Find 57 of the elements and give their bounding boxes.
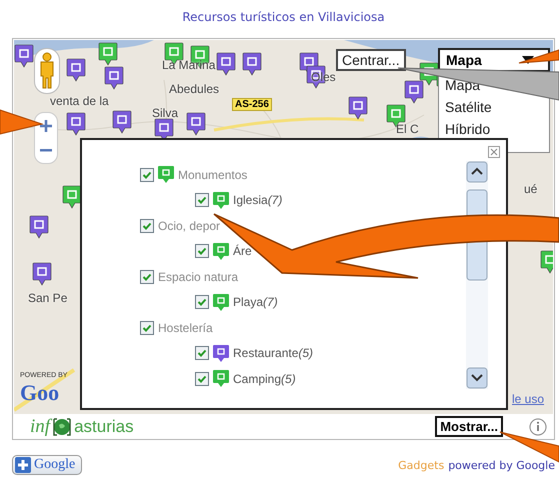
category-label: Ocio, depor — [158, 218, 220, 233]
info-icon[interactable] — [529, 418, 547, 436]
powered-by-link[interactable]: powered by Google — [448, 458, 555, 472]
layer-label: Playa(7) — [233, 295, 278, 310]
place-label: Silva — [152, 106, 178, 120]
checked-checkbox[interactable] — [195, 193, 209, 208]
place-label: ué — [524, 182, 538, 196]
zoom-in-icon[interactable] — [37, 117, 55, 135]
dropdown-option[interactable]: Satélite — [445, 96, 543, 118]
dropdown-option[interactable]: Híbrido — [445, 118, 543, 140]
map-marker-icon[interactable] — [112, 110, 132, 134]
map-marker-icon[interactable] — [216, 52, 236, 76]
road-sign: AS-256 — [232, 98, 272, 111]
checked-checkbox[interactable] — [195, 372, 209, 386]
map-marker-icon[interactable] — [404, 80, 424, 104]
pointer-arrow — [518, 49, 559, 64]
place-label: venta de la — [50, 94, 109, 108]
map-marker-icon[interactable] — [186, 112, 206, 136]
checked-checkbox[interactable] — [195, 346, 209, 360]
logo-text: inf — [30, 416, 50, 438]
checked-checkbox[interactable] — [140, 168, 154, 182]
checked-checkbox[interactable] — [195, 295, 209, 310]
category-label: Monumentos — [178, 168, 248, 182]
map-marker-icon[interactable] — [66, 58, 86, 82]
map-marker-icon[interactable] — [62, 185, 82, 209]
map-marker-icon[interactable] — [29, 215, 49, 239]
terms-link[interactable]: le uso — [512, 392, 544, 406]
layer-label: Áre — [233, 244, 252, 258]
map-marker-icon[interactable] — [66, 112, 86, 136]
gadget-title: Recursos turísticos en Villaviciosa — [182, 10, 385, 24]
show-button[interactable]: Mostrar... — [435, 416, 503, 437]
person-icon[interactable] — [34, 48, 60, 94]
logo-text: asturias — [74, 416, 134, 436]
plus-icon — [15, 457, 31, 473]
place-label: San Pe — [28, 291, 68, 305]
checked-checkbox[interactable] — [195, 244, 209, 258]
close-icon[interactable] — [488, 146, 500, 158]
layer-label: Restaurante(5) — [233, 346, 314, 360]
checked-checkbox[interactable] — [140, 270, 154, 284]
place-label: El C — [396, 122, 419, 136]
map-marker-icon[interactable] — [242, 52, 262, 76]
map-marker-icon[interactable] — [104, 66, 124, 90]
map-marker-icon[interactable] — [14, 44, 34, 68]
map-marker-icon[interactable] — [98, 42, 118, 66]
globe-icon — [51, 416, 74, 438]
place-label: Abedules — [169, 82, 220, 96]
checked-checkbox[interactable] — [140, 218, 154, 233]
map-marker-icon[interactable] — [32, 262, 52, 286]
add-to-google-button[interactable]: Google — [12, 455, 82, 475]
category-label: Hostelería — [158, 320, 213, 335]
center-button[interactable]: Centrar... — [336, 49, 406, 71]
category-label: Espacio natura — [158, 270, 238, 284]
checked-checkbox[interactable] — [140, 320, 154, 335]
map-marker-icon[interactable] — [348, 96, 368, 120]
pointer-arrow — [0, 109, 44, 135]
layer-label: Iglesia(7) — [233, 193, 282, 208]
layer-label: Camping(5) — [233, 372, 296, 386]
